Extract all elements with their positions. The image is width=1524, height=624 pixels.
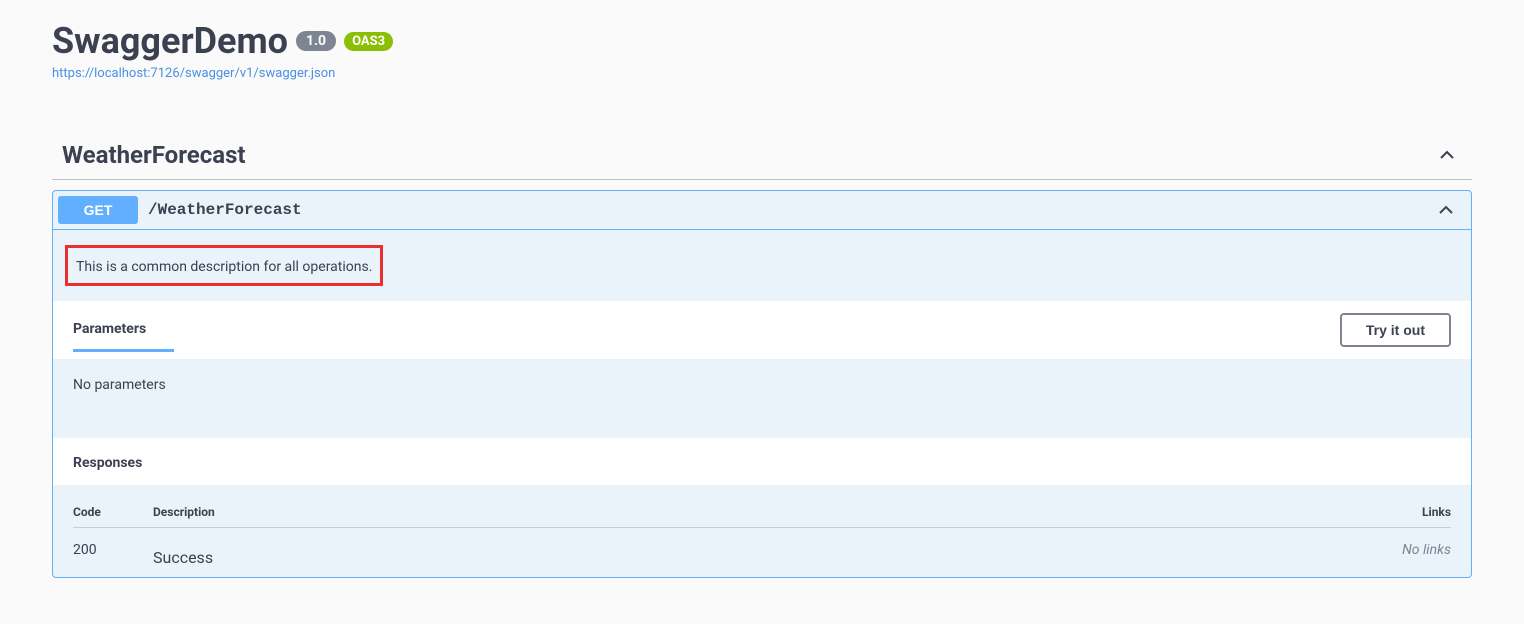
parameters-section-header: Parameters Try it out — [53, 301, 1471, 359]
try-it-out-button[interactable]: Try it out — [1340, 313, 1451, 347]
response-description: Success — [153, 542, 1371, 567]
response-code: 200 — [73, 542, 153, 567]
table-row: 200 Success No links — [73, 528, 1451, 567]
tag-header[interactable]: WeatherForecast — [52, 131, 1472, 180]
title-row: SwaggerDemo 1.0 OAS3 — [52, 20, 1472, 62]
responses-title: Responses — [73, 455, 142, 471]
response-links: No links — [1371, 542, 1451, 567]
parameters-tab[interactable]: Parameters — [73, 321, 174, 352]
operation-description: This is a common description for all ope… — [76, 259, 372, 275]
swagger-container: SwaggerDemo 1.0 OAS3 https://localhost:7… — [0, 0, 1524, 598]
responses-section-header: Responses — [53, 438, 1471, 485]
operation-header[interactable]: GET /WeatherForecast — [53, 191, 1471, 229]
oas-version-badge: OAS3 — [344, 32, 393, 51]
api-header: SwaggerDemo 1.0 OAS3 https://localhost:7… — [52, 20, 1472, 81]
chevron-up-icon — [1436, 200, 1456, 220]
column-header-links: Links — [1371, 505, 1451, 519]
no-parameters-text: No parameters — [53, 359, 1471, 438]
api-title: SwaggerDemo — [52, 20, 288, 62]
description-highlight-box: This is a common description for all ope… — [65, 245, 383, 286]
endpoint-path: /WeatherForecast — [148, 201, 1436, 219]
operation-block: GET /WeatherForecast This is a common de… — [52, 190, 1472, 578]
responses-table: Code Description Links 200 Success No li… — [53, 485, 1471, 577]
version-badge: 1.0 — [296, 31, 336, 51]
operation-body: This is a common description for all ope… — [53, 229, 1471, 577]
tag-name: WeatherForecast — [52, 141, 246, 169]
tag-section: WeatherForecast GET /WeatherForecast — [52, 131, 1472, 578]
http-method-badge: GET — [58, 196, 138, 224]
responses-table-header: Code Description Links — [73, 505, 1451, 528]
column-header-code: Code — [73, 505, 153, 519]
column-header-description: Description — [153, 505, 1371, 519]
chevron-up-icon — [1437, 145, 1457, 165]
api-url-link[interactable]: https://localhost:7126/swagger/v1/swagge… — [52, 66, 335, 81]
